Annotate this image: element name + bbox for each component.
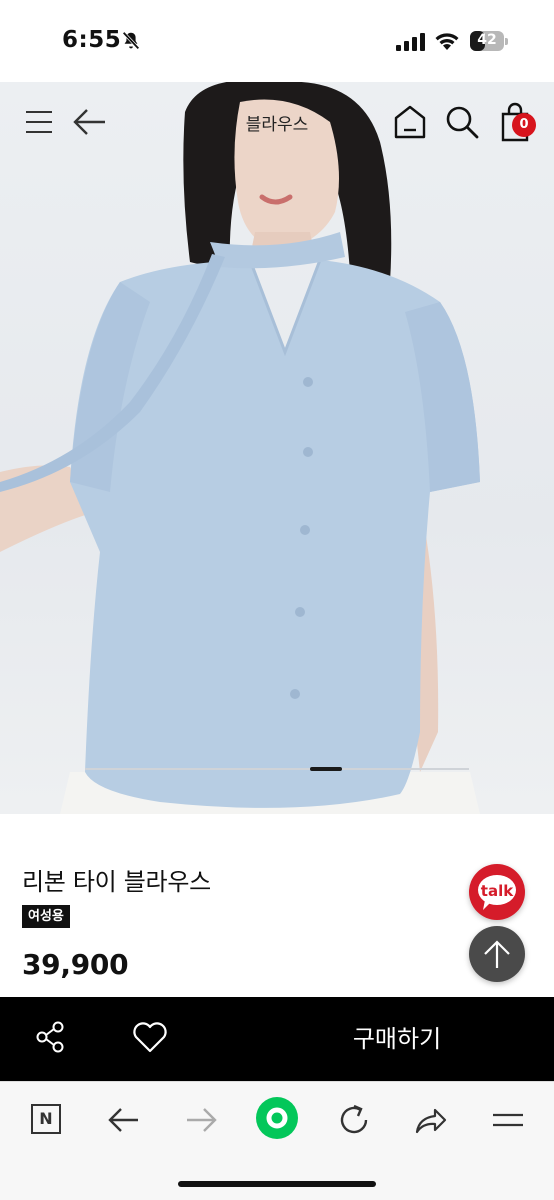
arrow-up-icon bbox=[484, 940, 510, 968]
n-icon[interactable]: N bbox=[27, 1100, 67, 1140]
green-dot-icon[interactable] bbox=[255, 1096, 299, 1140]
home-icon[interactable] bbox=[393, 104, 427, 140]
cart-count-badge: 0 bbox=[512, 113, 536, 137]
scroll-top-button[interactable] bbox=[469, 926, 525, 982]
search-icon[interactable] bbox=[444, 104, 480, 140]
menu-icon[interactable] bbox=[24, 108, 54, 136]
product-image[interactable] bbox=[0, 82, 554, 814]
refresh-icon[interactable] bbox=[334, 1100, 374, 1140]
hamburger-icon[interactable] bbox=[488, 1100, 528, 1140]
home-indicator bbox=[178, 1181, 376, 1187]
back-arrow-icon[interactable] bbox=[72, 106, 108, 138]
page-title: 블라우스 bbox=[245, 115, 309, 135]
share-icon[interactable] bbox=[34, 1019, 66, 1055]
image-slider-thumb[interactable] bbox=[310, 767, 342, 771]
bell-slash-icon bbox=[122, 31, 140, 50]
talk-label: talk bbox=[480, 882, 514, 900]
status-bar: 6:55 42 bbox=[0, 0, 554, 82]
product-name: 리본 타이 블라우스 bbox=[22, 868, 211, 896]
buy-button[interactable]: 구매하기 bbox=[240, 997, 554, 1081]
product-page: 6:55 42 블라우스 0 리본 타이 블라우스 여성용 39,900 tal… bbox=[0, 0, 554, 1200]
talk-button[interactable]: talk bbox=[469, 864, 525, 920]
product-price: 39,900 bbox=[22, 948, 129, 981]
share-arrow-icon[interactable] bbox=[411, 1100, 451, 1140]
n-label: N bbox=[31, 1104, 61, 1134]
image-slider-track bbox=[85, 768, 469, 770]
battery-level: 42 bbox=[477, 32, 497, 48]
browser-forward-icon[interactable] bbox=[181, 1100, 221, 1140]
heart-icon[interactable] bbox=[130, 1019, 170, 1055]
model-illustration bbox=[0, 82, 480, 814]
browser-back-icon[interactable] bbox=[104, 1100, 144, 1140]
gender-badge: 여성용 bbox=[22, 905, 70, 928]
status-time: 6:55 bbox=[62, 27, 122, 53]
battery-icon: 42 bbox=[470, 31, 508, 51]
buy-bar: 구매하기 bbox=[0, 997, 554, 1081]
talk-bubble-tail bbox=[483, 900, 493, 910]
wifi-icon bbox=[435, 33, 459, 50]
signal-icon bbox=[396, 33, 425, 51]
